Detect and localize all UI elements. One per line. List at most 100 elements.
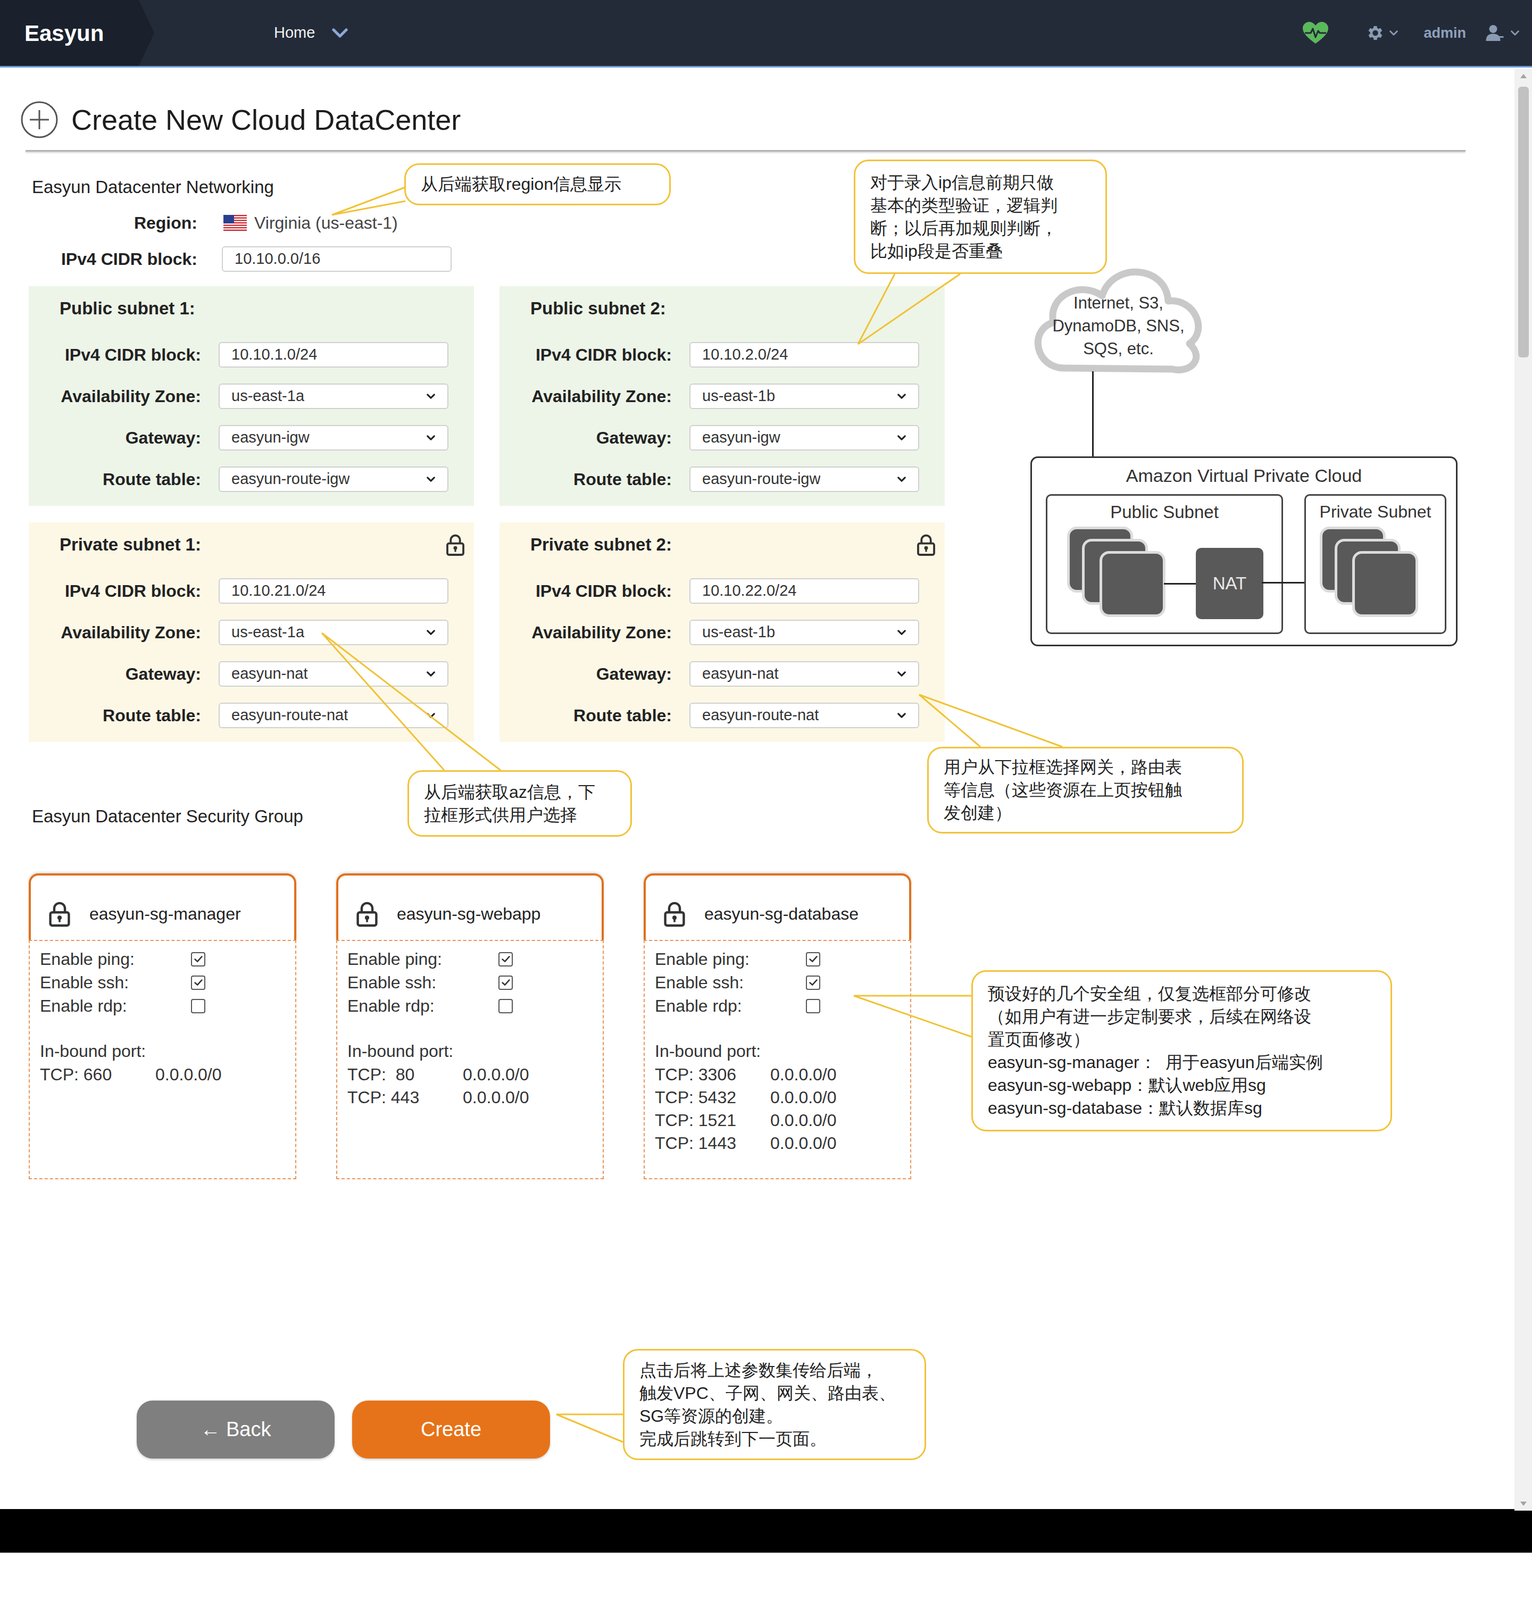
dropdown-caret-icon[interactable]: [426, 393, 436, 401]
lock-icon: [47, 900, 72, 928]
field-select[interactable]: easyun-route-nat: [218, 702, 449, 729]
field-select[interactable]: us-east-1b: [689, 619, 920, 646]
dropdown-caret-icon[interactable]: [896, 670, 907, 678]
option-checkbox[interactable]: [805, 975, 821, 990]
field-value[interactable]: easyun-igw: [702, 426, 781, 450]
dropdown-caret-icon[interactable]: [426, 434, 436, 442]
check-icon[interactable]: [500, 976, 512, 989]
field-value[interactable]: easyun-igw: [231, 426, 310, 450]
option-checkbox[interactable]: [190, 952, 206, 967]
scrollbar[interactable]: [1514, 69, 1532, 1511]
check-icon[interactable]: [500, 953, 512, 965]
dropdown-caret-icon[interactable]: [426, 670, 436, 678]
health-heart-icon[interactable]: [1301, 21, 1330, 45]
field-value[interactable]: us-east-1b: [702, 384, 776, 409]
chevron-down-icon[interactable]: [331, 28, 348, 38]
scroll-up-icon[interactable]: [1519, 73, 1528, 79]
field-input[interactable]: 10.10.21.0/24: [218, 578, 449, 604]
scroll-thumb[interactable]: [1518, 86, 1529, 358]
gear-icon[interactable]: [1364, 23, 1385, 43]
field-select[interactable]: us-east-1a: [218, 383, 449, 410]
subnet-field-row: IPv4 CIDR block: 10.10.1.0/24: [41, 342, 474, 368]
annotation-callout: 从后端获取region信息显示: [404, 163, 671, 206]
annotation-line: 触发VPC、子网、网关、路由表、: [639, 1381, 910, 1405]
dropdown-caret-icon[interactable]: [896, 712, 907, 720]
subnet-title: Private subnet 2:: [512, 531, 672, 559]
home-link[interactable]: Home: [273, 21, 315, 45]
logo-text[interactable]: Easyun: [24, 16, 104, 51]
field-value[interactable]: 10.10.21.0/24: [231, 579, 326, 603]
cidr-value[interactable]: 10.10.0.0/16: [234, 247, 321, 271]
security-title: Easyun Datacenter Security Group: [0, 805, 1515, 828]
option-checkbox[interactable]: [498, 952, 513, 967]
field-value[interactable]: easyun-route-nat: [231, 703, 348, 728]
annotation-line: 从后端获取region信息显示: [420, 172, 655, 196]
button-label[interactable]: ← Back: [200, 1414, 271, 1445]
gear-chevron-icon[interactable]: [1389, 30, 1398, 36]
field-value[interactable]: us-east-1a: [231, 620, 305, 645]
field-select[interactable]: easyun-route-igw: [689, 466, 920, 493]
dropdown-caret-icon[interactable]: [426, 629, 436, 637]
field-value[interactable]: us-east-1b: [702, 620, 776, 645]
field-value[interactable]: easyun-route-igw: [231, 467, 350, 491]
sg-card-body: Enable ping:Enable ssh:Enable rdp:In-bou…: [336, 939, 604, 1180]
field-value[interactable]: easyun-route-igw: [702, 467, 821, 491]
check-icon[interactable]: [192, 953, 205, 965]
field-select[interactable]: easyun-nat: [689, 661, 920, 687]
field-select[interactable]: us-east-1a: [218, 619, 449, 646]
field-value[interactable]: easyun-nat: [231, 662, 308, 686]
dropdown-caret-icon[interactable]: [426, 476, 436, 484]
vpc-diagram: Internet, S3,DynamoDB, SNS,SQS, etc.Amaz…: [1021, 250, 1463, 655]
port-cidr: 0.0.0.0/0: [462, 1061, 530, 1088]
dropdown-caret-icon[interactable]: [426, 712, 436, 720]
user-chevron-icon[interactable]: [1510, 30, 1520, 36]
field-select[interactable]: easyun-route-nat: [689, 702, 920, 729]
field-input[interactable]: 10.10.1.0/24: [218, 342, 449, 368]
dropdown-caret-icon[interactable]: [896, 434, 907, 442]
check-icon[interactable]: [807, 953, 820, 965]
sg-option-row: Enable ssh:: [347, 970, 603, 995]
option-checkbox[interactable]: [190, 975, 206, 990]
cidr-input[interactable]: 10.10.0.0/16: [221, 246, 452, 272]
logo[interactable]: Easyun: [0, 0, 155, 66]
annotation-line: 断；以后再加规则判断，: [870, 217, 1091, 240]
field-select[interactable]: easyun-igw: [218, 425, 449, 451]
field-value[interactable]: easyun-nat: [702, 662, 779, 686]
field-value[interactable]: 10.10.1.0/24: [231, 343, 318, 367]
option-checkbox[interactable]: [805, 952, 821, 967]
user-name[interactable]: admin: [1423, 22, 1467, 45]
user-icon[interactable]: [1485, 23, 1505, 43]
option-checkbox[interactable]: [805, 998, 821, 1014]
annotation-line: 完成后跳转到下一页面。: [639, 1427, 910, 1451]
field-value[interactable]: 10.10.2.0/24: [702, 343, 788, 367]
scroll-down-icon[interactable]: [1519, 1501, 1528, 1507]
field-value[interactable]: us-east-1a: [231, 384, 305, 409]
field-select[interactable]: us-east-1b: [689, 383, 920, 410]
create-button[interactable]: Create: [352, 1400, 551, 1459]
field-select[interactable]: easyun-route-igw: [218, 466, 449, 493]
option-checkbox[interactable]: [498, 975, 513, 990]
field-value[interactable]: easyun-route-nat: [702, 703, 819, 728]
port-cidr: 0.0.0.0/0: [155, 1061, 222, 1088]
field-input[interactable]: 10.10.2.0/24: [689, 342, 920, 368]
public-subnet-box: Public SubnetNAT: [1045, 494, 1284, 635]
annotation-line: SG等资源的创建。: [639, 1404, 910, 1428]
dropdown-caret-icon[interactable]: [896, 393, 907, 401]
field-label: IPv4 CIDR block:: [41, 342, 202, 368]
field-select[interactable]: easyun-igw: [689, 425, 920, 451]
field-input[interactable]: 10.10.22.0/24: [689, 578, 920, 604]
field-select[interactable]: easyun-nat: [218, 661, 449, 687]
button-label[interactable]: Create: [420, 1414, 482, 1445]
check-icon[interactable]: [192, 976, 205, 989]
subnet-field-row: IPv4 CIDR block:10.10.21.0/24: [41, 578, 474, 604]
subnet-title: Private subnet 1:: [41, 531, 202, 559]
dropdown-caret-icon[interactable]: [896, 629, 907, 637]
option-checkbox[interactable]: [498, 998, 513, 1014]
option-checkbox[interactable]: [190, 998, 206, 1014]
private-subnet-panel: Private subnet 1: IPv4 CIDR block:10.10.2…: [28, 522, 474, 743]
dropdown-caret-icon[interactable]: [896, 476, 907, 484]
back-button[interactable]: ← Back: [136, 1400, 335, 1459]
home-menu[interactable]: Home: [273, 21, 348, 45]
check-icon[interactable]: [807, 976, 820, 989]
field-value[interactable]: 10.10.22.0/24: [702, 579, 797, 603]
